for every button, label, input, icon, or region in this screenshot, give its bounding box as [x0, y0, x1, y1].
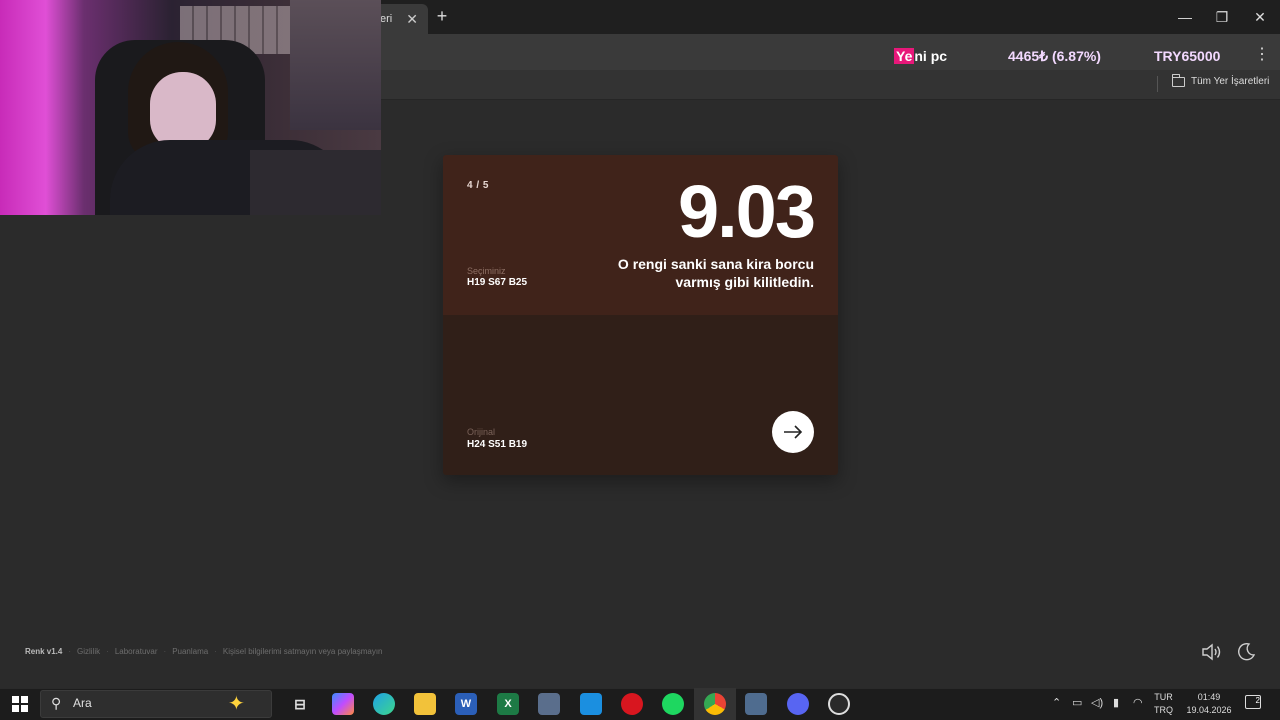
app-icon[interactable]	[745, 693, 767, 715]
discord-icon[interactable]	[787, 693, 809, 715]
close-window-button[interactable]: ✕	[1241, 0, 1279, 34]
volume-icon[interactable]: ◁)	[1091, 696, 1103, 709]
next-round-button[interactable]	[772, 411, 814, 453]
restore-button[interactable]: ❐	[1203, 0, 1241, 34]
keyboard-layout: TRQ	[1154, 705, 1173, 715]
arrow-right-icon	[784, 425, 803, 439]
moon-icon[interactable]	[1236, 642, 1256, 662]
taskbar-search-placeholder: Ara	[73, 696, 92, 710]
round-progress: 4 / 5	[467, 180, 489, 191]
wifi-icon[interactable]: ◠	[1133, 696, 1143, 709]
all-bookmarks-label: Tüm Yer İşaretleri	[1191, 76, 1270, 87]
browser-menu-icon[interactable]: ⋮	[1254, 44, 1270, 64]
stream-goal-title-highlight: Ye	[894, 48, 915, 64]
site-footer: Renk v1.4 · Gizlilik · Laboratuvar · Pua…	[25, 647, 383, 656]
excel-icon[interactable]: X	[497, 693, 519, 715]
tray-overflow-icon[interactable]: ⌃	[1052, 696, 1061, 709]
language-code: TUR	[1154, 692, 1173, 702]
opera-icon[interactable]	[621, 693, 643, 715]
file-explorer-icon[interactable]	[414, 693, 436, 715]
footer-link-do-not-sell[interactable]: Kişisel bilgilerimi satmayın veya paylaş…	[223, 647, 383, 656]
result-card: 4 / 5 9.03 O rengi sanki sana kira borcu…	[443, 155, 838, 475]
edge-icon[interactable]	[373, 693, 395, 715]
microphone-icon[interactable]: ▮	[1113, 696, 1119, 709]
input-language[interactable]: TUR TRQ	[1154, 691, 1173, 717]
folder-icon	[1172, 73, 1185, 87]
windows-start-icon[interactable]	[12, 696, 28, 712]
clock-time: 01:49	[1197, 692, 1221, 702]
footer-separator: ·	[214, 647, 217, 656]
battery-icon[interactable]: ▭	[1072, 696, 1082, 709]
new-tab-button[interactable]: +	[434, 6, 450, 26]
webcam-curtain	[290, 0, 381, 130]
stream-goal-target: TRY65000	[1154, 48, 1221, 64]
word-icon[interactable]: W	[455, 693, 477, 715]
original-value: H24 S51 B19	[467, 439, 528, 450]
stream-goal-title-rest: ni pc	[914, 48, 948, 64]
original-label: Orijinal	[467, 427, 496, 437]
stream-goal-progress: 4465₺ (6.87%)	[1008, 48, 1101, 64]
webcam-face	[150, 72, 216, 150]
all-bookmarks-button[interactable]: Tüm Yer İşaretleri	[1172, 73, 1270, 87]
notification-count: 2	[1255, 696, 1260, 705]
notification-center-icon[interactable]: 2	[1245, 695, 1261, 709]
chrome-icon[interactable]	[704, 693, 726, 715]
footer-link-lab[interactable]: Laboratuvar	[115, 647, 158, 656]
sound-icon[interactable]	[1201, 642, 1223, 662]
tab-close-icon[interactable]: ✕	[406, 11, 418, 28]
score-value: 9.03	[677, 170, 816, 253]
store-icon[interactable]	[580, 693, 602, 715]
score-comment: O rengi sanki sana kira borcu varmış gib…	[617, 256, 814, 290]
app-version: Renk v1.4	[25, 647, 63, 656]
calculator-icon[interactable]	[538, 693, 560, 715]
selection-label: Seçiminiz	[467, 266, 506, 276]
footer-separator: ·	[68, 647, 72, 656]
footer-separator: ·	[163, 647, 167, 656]
tab-title: eri	[380, 13, 393, 25]
footer-separator: ·	[106, 647, 109, 656]
minimize-button[interactable]: —	[1166, 0, 1204, 34]
original-swatch	[443, 315, 838, 475]
bookmarks-divider	[1157, 76, 1158, 92]
footer-link-scoring[interactable]: Puanlama	[172, 647, 208, 656]
clock-date: 19.04.2026	[1186, 705, 1232, 715]
webcam-overlay	[0, 0, 381, 215]
obs-icon[interactable]	[828, 693, 850, 715]
selection-value: H19 S67 B25	[467, 277, 528, 288]
task-view-icon[interactable]: ⊟	[289, 693, 311, 715]
webcam-desk	[250, 150, 381, 215]
spotify-icon[interactable]	[662, 693, 684, 715]
stream-goal-title: Ye ni pc	[894, 48, 947, 66]
sparkle-icon[interactable]: ✦	[228, 691, 245, 716]
system-clock[interactable]: 01:49 19.04.2026	[1186, 691, 1232, 717]
footer-link-privacy[interactable]: Gizlilik	[77, 647, 100, 656]
copilot-icon[interactable]	[332, 693, 354, 715]
search-icon: ⚲	[51, 695, 62, 711]
